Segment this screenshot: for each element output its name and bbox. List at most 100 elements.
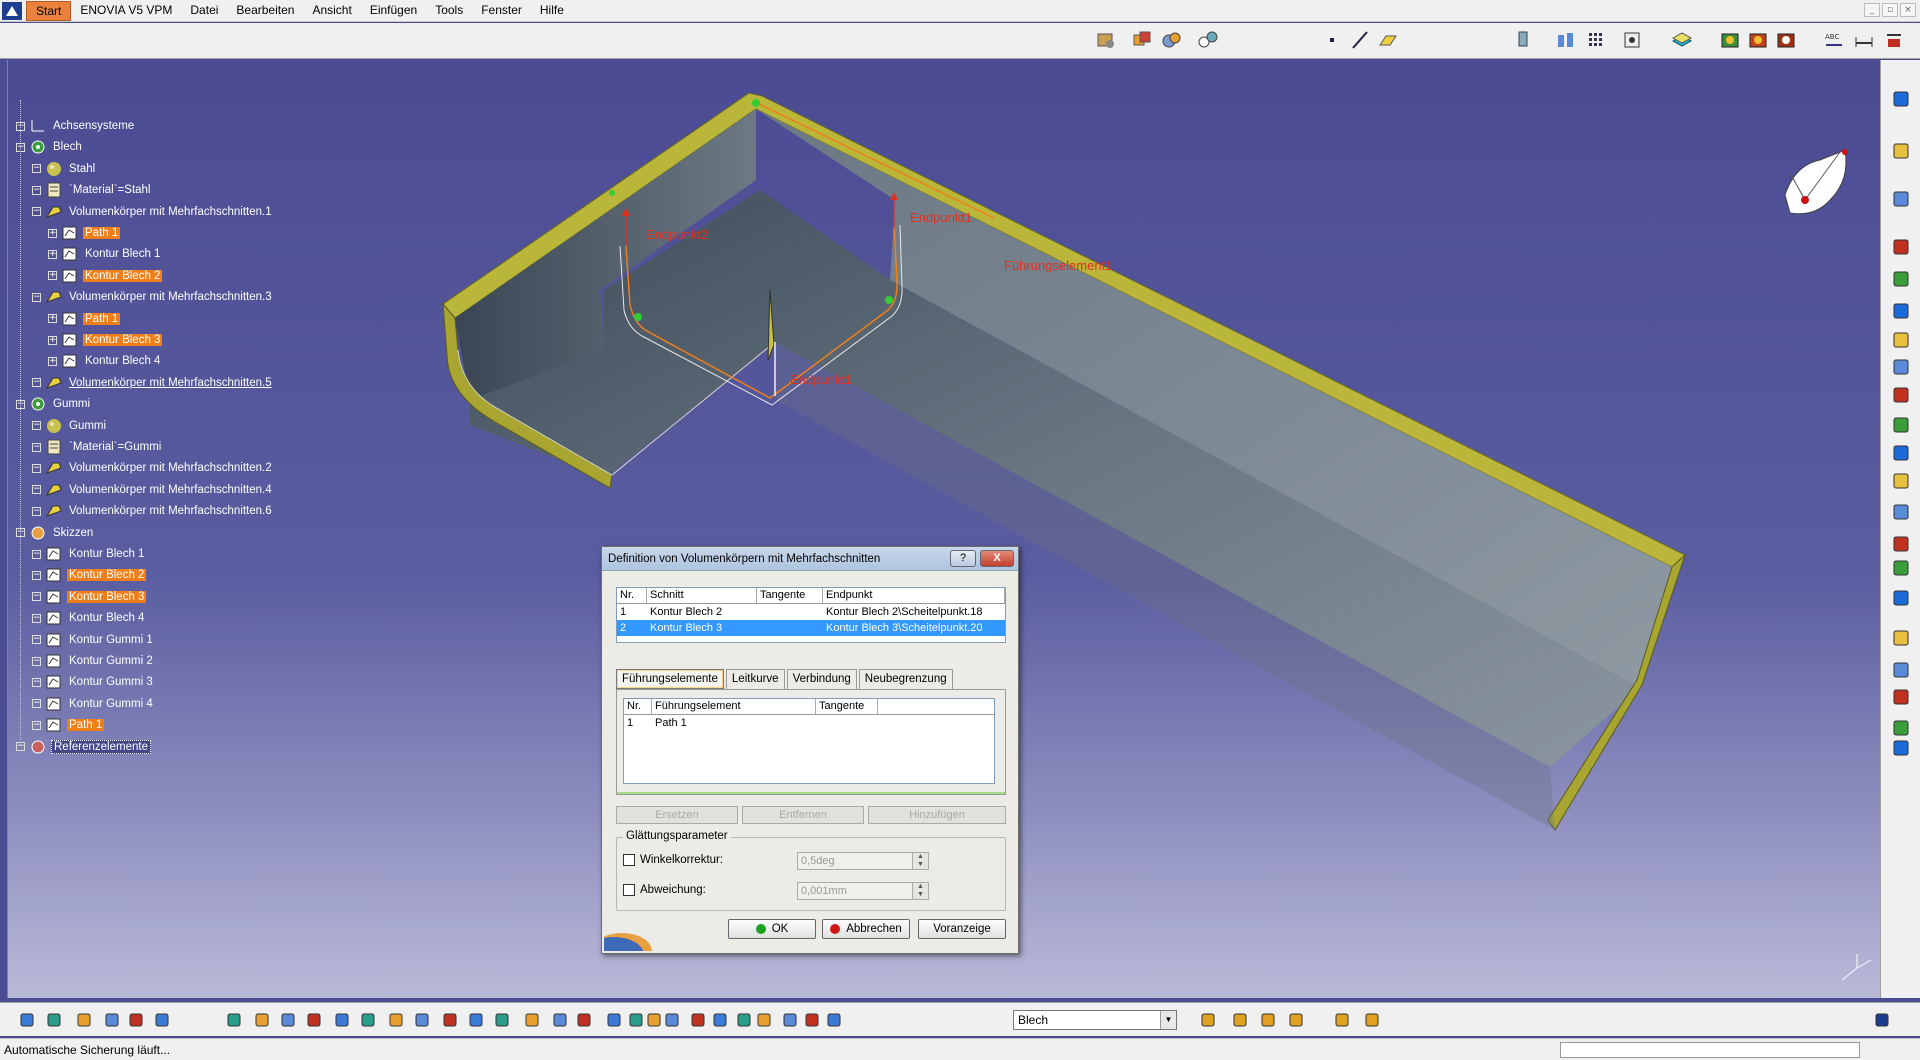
tree-node[interactable]: + Kontur Blech 2 [48,266,163,286]
fillet-icon[interactable] [1889,532,1913,556]
knowledge-icon[interactable] [1196,28,1220,52]
angle-correction-input[interactable]: 0,5deg ▲ ▼ [797,852,929,870]
expand-icon[interactable]: − [32,720,41,730]
expand-icon[interactable]: − [32,592,41,602]
vertex-point[interactable] [609,190,615,196]
chamfer-icon[interactable] [1889,556,1913,580]
column-header[interactable]: Nr. [624,699,652,714]
expand-icon[interactable]: + [48,228,57,238]
grid-snap-icon[interactable] [1514,28,1538,52]
tree-node[interactable]: − Volumenkörper mit Mehrfachschnitten.2 [32,458,274,478]
layout-icon[interactable] [150,1008,174,1032]
thickness-icon[interactable] [1889,658,1913,682]
tab-3[interactable]: Neubegrenzung [858,669,953,689]
help-button[interactable]: ? [950,550,976,567]
groove-icon[interactable] [1889,328,1913,352]
column-header[interactable]: Führungselement [652,699,816,714]
point-icon[interactable] [1320,28,1344,52]
zoom-out-icon[interactable] [356,1008,380,1032]
app-logo-icon[interactable] [2,1,22,20]
dialog-title-bar[interactable]: Definition von Volumenkörpern mit Mehrfa… [602,547,1018,571]
slot-icon[interactable] [1889,413,1913,437]
tree-icon[interactable] [124,1008,148,1032]
restore-icon[interactable]: ▫ [1882,3,1898,17]
expand-icon[interactable]: − [32,506,41,516]
section-icon[interactable] [752,1008,776,1032]
tree-node[interactable]: − Kontur Gummi 1 [32,630,155,650]
tree-node[interactable]: − Referenzelemente [16,737,151,757]
tree-node[interactable]: + Kontur Blech 3 [48,330,163,350]
annotation-icon[interactable]: ABC [1822,28,1846,52]
menu-item-3[interactable]: Bearbeiten [227,1,303,21]
expand-icon[interactable]: − [32,570,41,580]
tab-2[interactable]: Verbindung [786,669,857,689]
part-design-icon[interactable] [1130,28,1154,52]
multisection-solid-icon[interactable] [1889,469,1913,493]
light-icon[interactable] [72,1008,96,1032]
hand-icon[interactable] [686,1008,710,1032]
tree-node[interactable]: − Kontur Blech 4 [32,608,146,628]
column-header[interactable]: Nr. [617,588,647,603]
menu-item-4[interactable]: Ansicht [303,1,360,21]
tree-node[interactable]: − `Material`=Gummi [32,437,163,457]
table-row[interactable]: 1 Path 1 [624,715,994,731]
publish-icon[interactable] [1330,1008,1354,1032]
iso-view-icon[interactable] [410,1008,434,1032]
tab-1[interactable]: Leitkurve [725,669,785,689]
expand-icon[interactable]: + [48,249,57,259]
tree-node[interactable]: + Kontur Blech 4 [48,351,162,371]
tree-node[interactable]: − Path 1 [32,715,105,735]
vertex-point[interactable] [752,99,760,107]
catia-tool-icon[interactable] [1228,1008,1252,1032]
fit-all-icon[interactable] [250,1008,274,1032]
expand-icon[interactable]: − [32,656,41,666]
tree-node[interactable]: − Volumenkörper mit Mehrfachschnitten.1 [32,202,274,222]
table-icon[interactable] [100,1008,124,1032]
expand-icon[interactable]: + [48,314,57,324]
tree-node[interactable]: − Stahl [32,159,97,179]
tree-node[interactable]: − Kontur Blech 2 [32,565,147,585]
menu-item-0[interactable]: Start [26,0,72,21]
render-icon[interactable] [1718,28,1742,52]
minimize-icon[interactable]: _ [1864,3,1880,17]
hole-icon[interactable] [1889,355,1913,379]
expand-icon[interactable]: − [32,699,41,709]
expand-icon[interactable]: − [32,378,41,388]
body-icon[interactable] [822,1008,846,1032]
shading-icon[interactable] [1746,28,1770,52]
constraint-icon[interactable] [778,1008,802,1032]
expand-icon[interactable]: − [32,164,41,174]
tree-node[interactable]: − Skizzen [16,523,95,543]
deviation-input[interactable]: 0,001mm ▲ ▼ [797,882,929,900]
expand-icon[interactable]: − [32,421,41,431]
layer-icon[interactable] [1670,28,1694,52]
tree-node[interactable]: − Kontur Gummi 2 [32,651,155,671]
plane-icon[interactable] [1376,28,1400,52]
replace-face-icon[interactable] [1889,736,1913,760]
preview-button[interactable]: Voranzeige [918,919,1006,939]
material-apply-icon[interactable] [1774,28,1798,52]
sketch-tool-icon[interactable] [1889,187,1913,211]
stiffener-icon[interactable] [1889,441,1913,465]
add-button[interactable]: Hinzufügen [868,806,1006,824]
expand-icon[interactable]: − [32,485,41,495]
tree-node[interactable]: − Kontur Blech 3 [32,587,147,607]
expand-icon[interactable]: − [32,613,41,623]
multi-view-icon[interactable] [438,1008,462,1032]
vertex-point[interactable] [634,313,642,321]
expand-icon[interactable]: + [48,271,57,281]
tree-scrollbar[interactable] [0,60,8,998]
expand-icon[interactable]: − [32,292,41,302]
tree-node[interactable]: + Path 1 [48,309,121,329]
thread-icon[interactable] [1889,685,1913,709]
tree-node[interactable]: − Gummi [16,394,92,414]
catia-logo-icon[interactable] [1870,1008,1894,1032]
menu-item-1[interactable]: ENOVIA V5 VPM [71,1,181,21]
expand-icon[interactable]: − [16,742,25,752]
shaft-icon[interactable] [1889,299,1913,323]
select-icon[interactable] [1889,139,1913,163]
spin-arrows-icon[interactable]: ▲ ▼ [912,853,928,869]
line-icon[interactable] [1348,28,1372,52]
measure-item-icon[interactable] [602,1008,626,1032]
list-icon[interactable] [800,1008,824,1032]
